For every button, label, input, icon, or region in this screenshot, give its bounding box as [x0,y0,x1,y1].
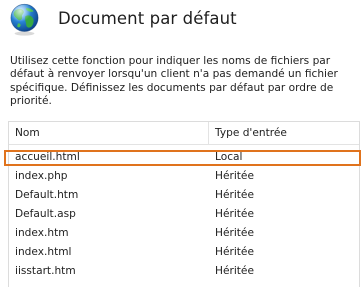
row-type: Héritée [215,246,254,258]
row-name: index.html [15,246,72,258]
globe-icon [10,3,39,36]
table-row[interactable]: index.html Héritée [9,243,359,262]
page-header: Document par défaut [0,0,364,44]
table-row[interactable]: index.htm Héritée [9,224,359,243]
table-row[interactable]: Default.asp Héritée [9,205,359,224]
table-row[interactable]: accueil.html Local [4,148,361,167]
row-name: index.php [15,170,68,182]
default-documents-list[interactable]: Nom Type d'entrée accueil.html Local ind… [4,121,361,287]
row-name: iisstart.htm [15,265,76,277]
row-type: Héritée [215,189,254,201]
page-title: Document par défaut [58,9,237,28]
row-name: accueil.html [15,151,80,163]
row-name: Default.htm [15,189,79,201]
feature-description: Utilisez cette fonction pour indiquer le… [10,55,338,108]
row-name: index.htm [15,227,69,239]
row-name: Default.asp [15,208,76,220]
table-row[interactable]: index.php Héritée [9,167,359,186]
row-type: Héritée [215,208,254,220]
column-header-type[interactable]: Type d'entrée [215,122,287,144]
row-type: Héritée [215,227,254,239]
table-row[interactable]: Default.htm Héritée [9,186,359,205]
column-header-name[interactable]: Nom [15,122,40,144]
row-type: Héritée [215,265,254,277]
row-type: Héritée [215,170,254,182]
table-row[interactable]: iisstart.htm Héritée [9,262,359,281]
table-body: accueil.html Local index.php Héritée Def… [4,145,361,281]
table-header: Nom Type d'entrée [9,122,359,145]
row-type: Local [215,151,243,163]
column-divider[interactable] [208,122,209,144]
